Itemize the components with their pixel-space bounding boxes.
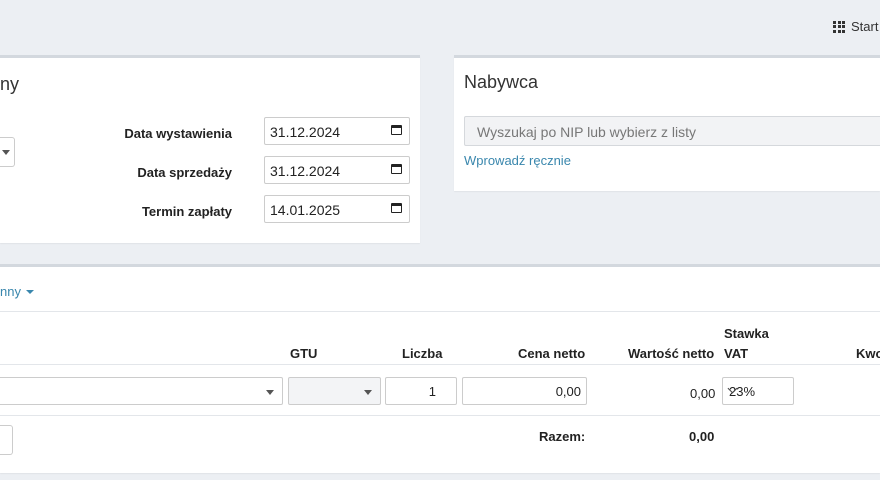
divider	[0, 364, 880, 365]
column-header-qty: Liczba	[402, 346, 443, 361]
due-date-input[interactable]: 14.01.2025	[264, 195, 410, 223]
sale-date-label: Data sprzedaży	[137, 165, 232, 180]
issue-date-input[interactable]: 31.12.2024	[264, 117, 410, 145]
buyer-search-placeholder: Wyszukaj po NIP lub wybierz z listy	[477, 124, 697, 140]
sale-date-input[interactable]: 31.12.2024	[264, 156, 410, 184]
column-header-vat-line1: Stawka	[724, 326, 769, 341]
calendar-icon[interactable]	[391, 164, 402, 174]
start-menu-button[interactable]: Start	[833, 19, 878, 34]
calendar-icon[interactable]	[391, 125, 402, 135]
manual-entry-link[interactable]: Wprowadź ręcznie	[464, 153, 571, 168]
start-label: Start	[851, 19, 879, 34]
buyer-card: Nabywca Wyszukaj po NIP lub wybierz z li…	[454, 55, 880, 191]
column-header-net-price: Cena netto	[518, 346, 586, 361]
quantity-input[interactable]: 1	[385, 377, 457, 405]
vat-rate-select[interactable]: 23%	[722, 377, 794, 405]
total-label: Razem:	[539, 429, 586, 444]
due-date-value: 14.01.2025	[270, 202, 341, 218]
columns-toggle[interactable]: nny	[0, 284, 34, 299]
columns-toggle-label: nny	[0, 284, 21, 299]
buyer-card-title: Nabywca	[464, 72, 539, 92]
item-name-select[interactable]	[0, 377, 283, 405]
quantity-value: 1	[428, 384, 436, 399]
due-date-label: Termin zapłaty	[141, 204, 232, 219]
column-header-vat-line2: VAT	[724, 346, 749, 361]
divider	[0, 311, 880, 312]
caret-down-icon	[266, 390, 274, 395]
issue-date-value: 31.12.2024	[270, 124, 341, 140]
seller-card: ny Data wystawienia 31.12.2024 Data sprz…	[0, 55, 420, 243]
items-card: nny GTU Liczba Cena netto Wartość netto …	[0, 264, 880, 473]
add-item-button[interactable]	[0, 425, 13, 455]
top-bar: Start	[0, 0, 880, 55]
caret-down-icon	[364, 390, 372, 395]
net-value: 0,00	[690, 386, 716, 401]
total-net-value: 0,00	[689, 429, 715, 444]
column-header-amount: Kwo	[856, 346, 880, 361]
net-price-input[interactable]: 0,00	[462, 377, 587, 405]
gtu-select[interactable]	[288, 377, 381, 405]
calendar-icon[interactable]	[391, 203, 402, 213]
divider	[0, 415, 880, 416]
net-price-value: 0,00	[555, 384, 581, 399]
issue-date-label: Data wystawienia	[124, 126, 232, 141]
column-header-gtu: GTU	[290, 346, 318, 361]
caret-down-icon	[2, 150, 10, 155]
caret-down-icon	[25, 290, 34, 294]
seller-card-title: ny	[0, 74, 20, 94]
seller-select[interactable]	[0, 137, 15, 167]
sale-date-value: 31.12.2024	[270, 163, 341, 179]
buyer-search-input[interactable]: Wyszukaj po NIP lub wybierz z listy	[464, 116, 880, 146]
grid-icon	[833, 20, 845, 33]
column-header-net-value: Wartość netto	[628, 346, 715, 361]
